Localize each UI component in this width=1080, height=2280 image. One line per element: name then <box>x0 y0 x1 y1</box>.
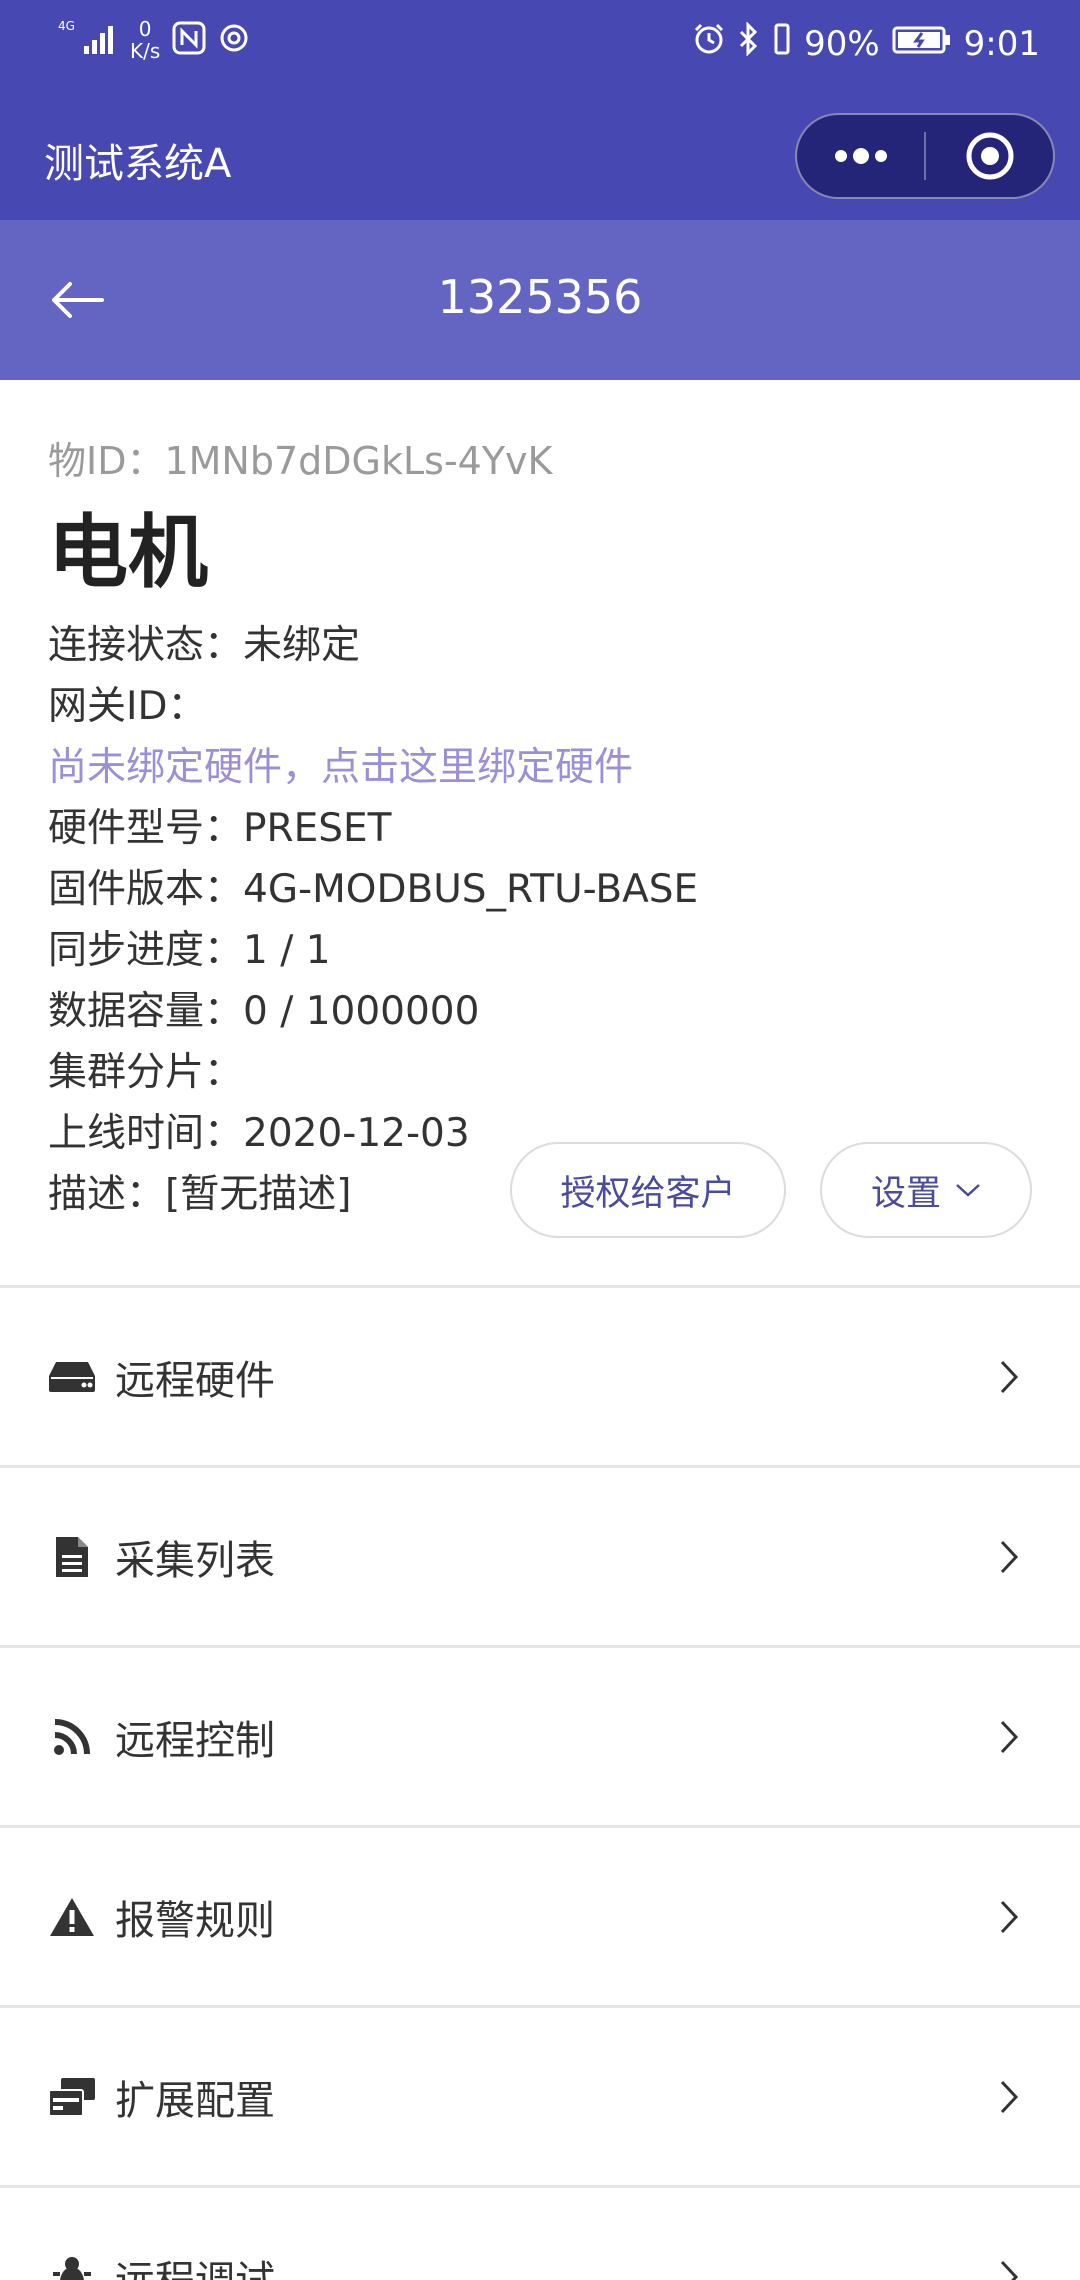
device-info: 物ID：1MNb7dDGkLs-4YvK 电机 连接状态：未绑定 网关ID： 尚… <box>48 430 1048 1225</box>
cluster-shard: 集群分片： <box>48 1050 244 1095</box>
menu-item-remote-debug[interactable]: 远程调试 <box>0 2185 1080 2280</box>
svg-text:4G: 4G <box>58 19 75 33</box>
menu-item-alarm-rules[interactable]: 报警规则 <box>0 1825 1080 2005</box>
menu-label: 扩展配置 <box>115 2077 275 2124</box>
data-capacity: 数据容量：0 / 1000000 <box>48 989 480 1034</box>
vibrate-battery-icon <box>772 22 792 65</box>
bluetooth-icon <box>738 21 760 65</box>
chevron-down-icon <box>956 1184 980 1197</box>
hardware-model: 硬件型号：PRESET <box>48 806 392 851</box>
chevron-right-icon <box>994 1537 1024 1577</box>
battery-percent: 90% <box>804 23 880 64</box>
menu-item-remote-control[interactable]: 远程控制 <box>0 1645 1080 1825</box>
page-header: 1325356 <box>0 220 1080 380</box>
sync-progress: 同步进度：1 / 1 <box>48 928 331 973</box>
signal-icon: 4G <box>58 18 118 62</box>
authorize-label: 授权给客户 <box>560 1173 736 1214</box>
menu-label: 远程调试 <box>115 2248 275 2280</box>
feature-menu: 远程硬件 采集列表 远程控制 报警规则 扩展配置 <box>0 1285 1080 2280</box>
bug-icon <box>46 2251 98 2280</box>
authorize-customer-button[interactable]: 授权给客户 <box>510 1142 786 1238</box>
net-speed: 0 K/s <box>130 18 160 62</box>
menu-item-remote-hardware[interactable]: 远程硬件 <box>0 1285 1080 1465</box>
menu-label: 远程硬件 <box>115 1357 275 1404</box>
sync-icon <box>218 22 250 58</box>
hard-drive-icon <box>46 1351 98 1403</box>
chevron-right-icon <box>994 1717 1024 1757</box>
battery-icon <box>892 24 952 64</box>
rss-icon <box>46 1711 98 1763</box>
settings-dropdown-button[interactable]: 设置 <box>820 1142 1032 1238</box>
nfc-icon <box>172 21 206 59</box>
firmware-version: 固件版本：4G-MODBUS_RTU-BASE <box>48 867 699 912</box>
menu-label: 采集列表 <box>115 1537 275 1584</box>
app-screen: 4G 0 K/s 90% 9:01 测试系统A 1325356 物ID：1MNb… <box>0 0 1080 2280</box>
document-icon <box>46 1531 98 1583</box>
alarm-icon <box>692 22 726 65</box>
app-title-bar: 测试系统A <box>0 95 1080 220</box>
status-bar: 4G 0 K/s 90% 9:01 <box>0 0 1080 95</box>
connection-status: 连接状态：未绑定 <box>48 623 361 668</box>
menu-label: 报警规则 <box>115 1897 275 1944</box>
chevron-right-icon <box>994 1897 1024 1937</box>
target-close-icon <box>966 132 1013 180</box>
warning-icon <box>46 1891 98 1943</box>
page-title: 1325356 <box>437 270 643 324</box>
clock-time: 9:01 <box>963 23 1040 64</box>
chevron-right-icon <box>994 2257 1024 2280</box>
device-name: 电机 <box>48 506 208 599</box>
chevron-right-icon <box>994 2077 1024 2117</box>
cards-icon <box>46 2071 98 2123</box>
gateway-id: 网关ID： <box>48 684 207 729</box>
more-button[interactable] <box>797 115 924 197</box>
app-title: 测试系统A <box>44 141 232 187</box>
settings-label: 设置 <box>870 1173 941 1214</box>
net-speed-unit: K/s <box>130 39 161 63</box>
chevron-right-icon <box>994 1357 1024 1397</box>
menu-item-collection-list[interactable]: 采集列表 <box>0 1465 1080 1645</box>
miniprogram-capsule <box>795 113 1055 199</box>
menu-label: 远程控制 <box>115 1717 275 1764</box>
more-icon <box>834 148 887 164</box>
menu-item-extended-config[interactable]: 扩展配置 <box>0 2005 1080 2185</box>
thing-id: 物ID：1MNb7dDGkLs-4YvK <box>48 439 553 483</box>
close-miniprogram-button[interactable] <box>926 115 1053 197</box>
bind-hardware-link[interactable]: 尚未绑定硬件，点击这里绑定硬件 <box>48 737 1048 798</box>
net-speed-value: 0 <box>138 17 152 41</box>
